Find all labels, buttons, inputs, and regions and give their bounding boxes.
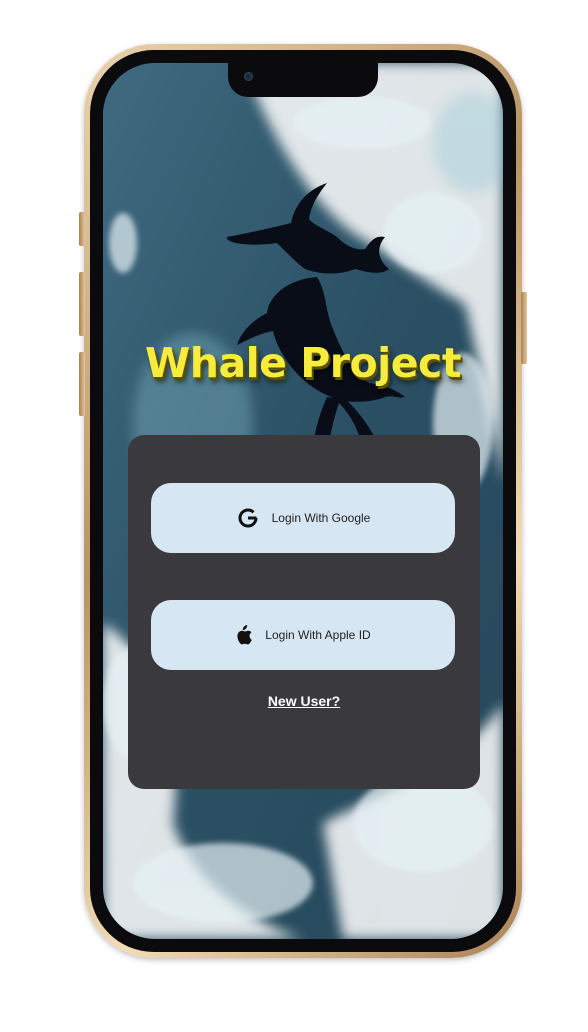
volume-up-button	[79, 272, 85, 336]
google-g-icon	[236, 506, 260, 530]
mute-switch	[79, 212, 85, 246]
volume-down-button	[79, 352, 85, 416]
app-title: Whale Project	[145, 339, 461, 387]
login-card: Login With Google Login With Apple ID Ne…	[128, 435, 480, 789]
new-user-link[interactable]: New User?	[128, 693, 480, 709]
apple-icon	[235, 624, 253, 646]
phone-screen: Whale Project Login With Google Login Wi…	[103, 63, 503, 939]
login-with-apple-button[interactable]: Login With Apple ID	[151, 600, 455, 670]
google-button-label: Login With Google	[271, 511, 371, 525]
phone-notch	[228, 63, 378, 97]
front-camera	[244, 72, 253, 81]
login-with-google-button[interactable]: Login With Google	[151, 483, 455, 553]
power-button	[521, 292, 527, 364]
whale-tail-logo	[226, 183, 405, 458]
apple-button-label: Login With Apple ID	[265, 628, 371, 642]
